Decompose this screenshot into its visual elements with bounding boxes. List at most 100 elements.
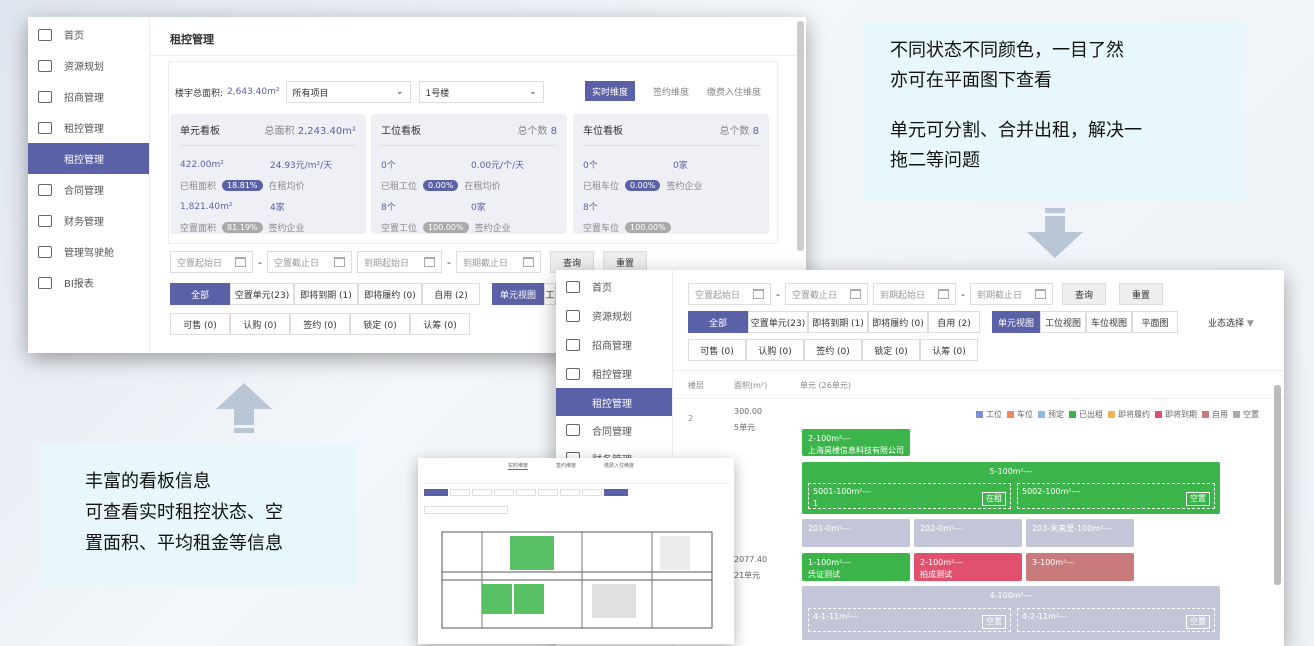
table-icon [38, 276, 52, 289]
unit-cell[interactable]: 2-100m²--- 拍成测试 [914, 553, 1022, 581]
status-expiring-button[interactable]: 即将到期 (1) [294, 283, 358, 305]
floor-1-units: 21单元 [734, 571, 761, 580]
sale-subscribe-button[interactable]: 认购 (0) [746, 339, 804, 361]
arrow-up-icon [216, 383, 272, 433]
sidebar-item-rent[interactable]: 租控管理 [28, 112, 149, 143]
chart-icon [566, 309, 580, 322]
document-icon [38, 183, 52, 196]
vacant-start-date[interactable]: 空置起始日 [688, 283, 771, 305]
vacant-end-date[interactable]: 空置截止日 [266, 251, 352, 273]
status-vacant-button[interactable]: 空置单元(23) [748, 311, 808, 333]
briefcase-icon [566, 338, 580, 351]
floor-plan-drawing[interactable] [432, 522, 724, 638]
vacant-start-date[interactable]: 空置起始日 [170, 251, 253, 273]
unit-dashboard-card: 单元看板 总面积 2,243.40m² 422.00m² 24.93元/m²/天 已… [170, 114, 366, 234]
calendar-icon [753, 289, 764, 299]
unit-cell[interactable]: 4-2-11m²--- 空置 [1017, 608, 1215, 632]
expire-end-date[interactable]: 到期截止日 [969, 283, 1053, 305]
unit-cell[interactable]: 2-100m²--- 上海昊楼信息科技有限公司 [802, 429, 910, 456]
status-legend: 工位 车位 预定 已出租 即将履约 即将到期 自用 空置 [976, 409, 1259, 420]
unit-view-button[interactable]: 单元视图 [992, 311, 1040, 333]
feature-note-dashboard: 丰富的看板信息 可查看实时租控状态、空 置面积、平均租金等信息 [39, 444, 357, 587]
calendar-icon [937, 289, 949, 299]
sidebar-item-home[interactable]: 首页 [28, 19, 149, 50]
unit-cell[interactable]: 5-100m²--- 5001-100m²--- 1 在租 5002-100m²--… [802, 462, 1220, 514]
vacant-end-date[interactable]: 空置截止日 [784, 283, 868, 305]
sidebar-item-home[interactable]: 首页 [556, 272, 672, 301]
reset-button[interactable]: 重置 [1118, 283, 1163, 305]
calendar-icon [522, 257, 534, 267]
sidebar-subitem-rent[interactable]: 租控管理 [556, 388, 672, 416]
status-all-button[interactable]: 全部 [688, 311, 748, 333]
unit-cell[interactable]: 1-100m²--- 凭证测试 [802, 553, 910, 581]
arrow-down-icon [1027, 208, 1083, 258]
calendar-icon [235, 257, 246, 267]
unit-cell[interactable]: 5002-100m²--- 空置 [1017, 483, 1215, 509]
expire-start-date[interactable]: 到期起始日 [356, 251, 442, 273]
expire-end-date[interactable]: 到期截止日 [455, 251, 541, 273]
sale-lock-button[interactable]: 锁定 (0) [350, 313, 410, 335]
col-floor: 楼层 [688, 381, 704, 390]
sale-available-button[interactable]: 可售 (0) [170, 313, 230, 335]
floor-plan-window: 实时维度 签约维度 缴费入住维度 [418, 458, 734, 644]
document-icon [566, 424, 580, 436]
sale-sign-button[interactable]: 签约 (0) [290, 313, 350, 335]
sale-lock-button[interactable]: 锁定 (0) [862, 339, 920, 361]
sidebar-item-invest[interactable]: 招商管理 [28, 81, 149, 112]
unit-cell[interactable]: 201-0m²--- [802, 519, 910, 547]
status-expiring-button[interactable]: 即将到期 (1) [808, 311, 868, 333]
floor-plan-button[interactable]: 平面图 [1132, 311, 1178, 333]
sidebar-item-resource[interactable]: 资源规划 [556, 301, 672, 330]
money-icon [38, 214, 52, 227]
tab-realtime[interactable]: 实时维度 [508, 462, 529, 470]
sale-sign-button[interactable]: 签约 (0) [804, 339, 862, 361]
query-button[interactable]: 查询 [1061, 283, 1106, 305]
unit-cell[interactable]: 203-未来里-100m²--- [1026, 519, 1134, 547]
unit-view-button[interactable]: 单元视图 [492, 283, 544, 305]
status-self-use-button[interactable]: 自用 (2) [928, 311, 980, 333]
scrollbar[interactable] [1274, 385, 1281, 585]
sidebar-subitem-rent[interactable]: 租控管理 [28, 143, 149, 174]
sidebar-item-rent[interactable]: 租控管理 [556, 359, 672, 388]
sidebar-item-bi[interactable]: BI报表 [28, 267, 149, 298]
parking-view-button[interactable]: 车位视图 [1086, 311, 1132, 333]
floor-2-area: 300.00 [734, 407, 762, 416]
sidebar-item-invest[interactable]: 招商管理 [556, 330, 672, 359]
status-self-use-button[interactable]: 自用 (2) [422, 283, 480, 305]
expire-start-date[interactable]: 到期起始日 [872, 283, 956, 305]
seat-view-button[interactable]: 工 [544, 283, 556, 305]
floor-1-area: 2077.40 [734, 555, 768, 564]
sidebar-item-cockpit[interactable]: 管理驾驶舱 [28, 236, 149, 267]
sale-available-button[interactable]: 可售 (0) [688, 339, 746, 361]
sidebar-item-resource[interactable]: 资源规划 [28, 50, 149, 81]
calendar-icon [1034, 289, 1046, 299]
status-vacant-button[interactable]: 空置单元(23) [230, 283, 294, 305]
sidebar-item-contract[interactable]: 合同管理 [28, 174, 149, 205]
sale-subscribe-button[interactable]: 认购 (0) [230, 313, 290, 335]
cockpit-icon [38, 245, 52, 258]
status-all-button[interactable]: 全部 [170, 283, 230, 305]
status-performing-button[interactable]: 即将履约 (0) [868, 311, 928, 333]
unit-cell[interactable]: 202-0m²--- [914, 519, 1022, 547]
unit-cell[interactable]: 4-100m²--- 4-1-11m²--- 空置 4-2-11m²--- 空置 [802, 586, 1220, 640]
seat-view-button[interactable]: 工位视图 [1040, 311, 1086, 333]
business-filter[interactable]: 业态选择 ▼ [1208, 316, 1254, 329]
filter-icon: ▼ [1246, 319, 1254, 329]
tab-signed[interactable]: 签约维度 [556, 462, 576, 470]
scrollbar[interactable] [797, 21, 804, 251]
home-icon [38, 28, 52, 41]
sidebar-item-finance[interactable]: 财务管理 [28, 205, 149, 236]
page-title: 租控管理 [170, 33, 214, 46]
col-units: 单元 (26单元) [800, 381, 851, 390]
col-area: 面积(m²) [734, 381, 768, 390]
unit-cell[interactable]: 5001-100m²--- 1 在租 [808, 483, 1011, 509]
home-icon [566, 280, 580, 293]
seat-dashboard-card: 工位看板 总个数 8 0个 0.00元/个/天 已租工位 0.00% 在租均价 8个 0家… [371, 114, 567, 234]
sale-pledge-button[interactable]: 认筹 (0) [920, 339, 978, 361]
unit-cell[interactable]: 4-1-11m²--- 空置 [808, 608, 1011, 632]
unit-cell[interactable]: 3-100m²--- [1026, 553, 1134, 581]
sale-pledge-button[interactable]: 认筹 (0) [410, 313, 470, 335]
status-performing-button[interactable]: 即将履约 (0) [358, 283, 422, 305]
tab-checkin[interactable]: 缴费入住维度 [604, 462, 634, 470]
sidebar-item-contract[interactable]: 合同管理 [556, 416, 672, 444]
